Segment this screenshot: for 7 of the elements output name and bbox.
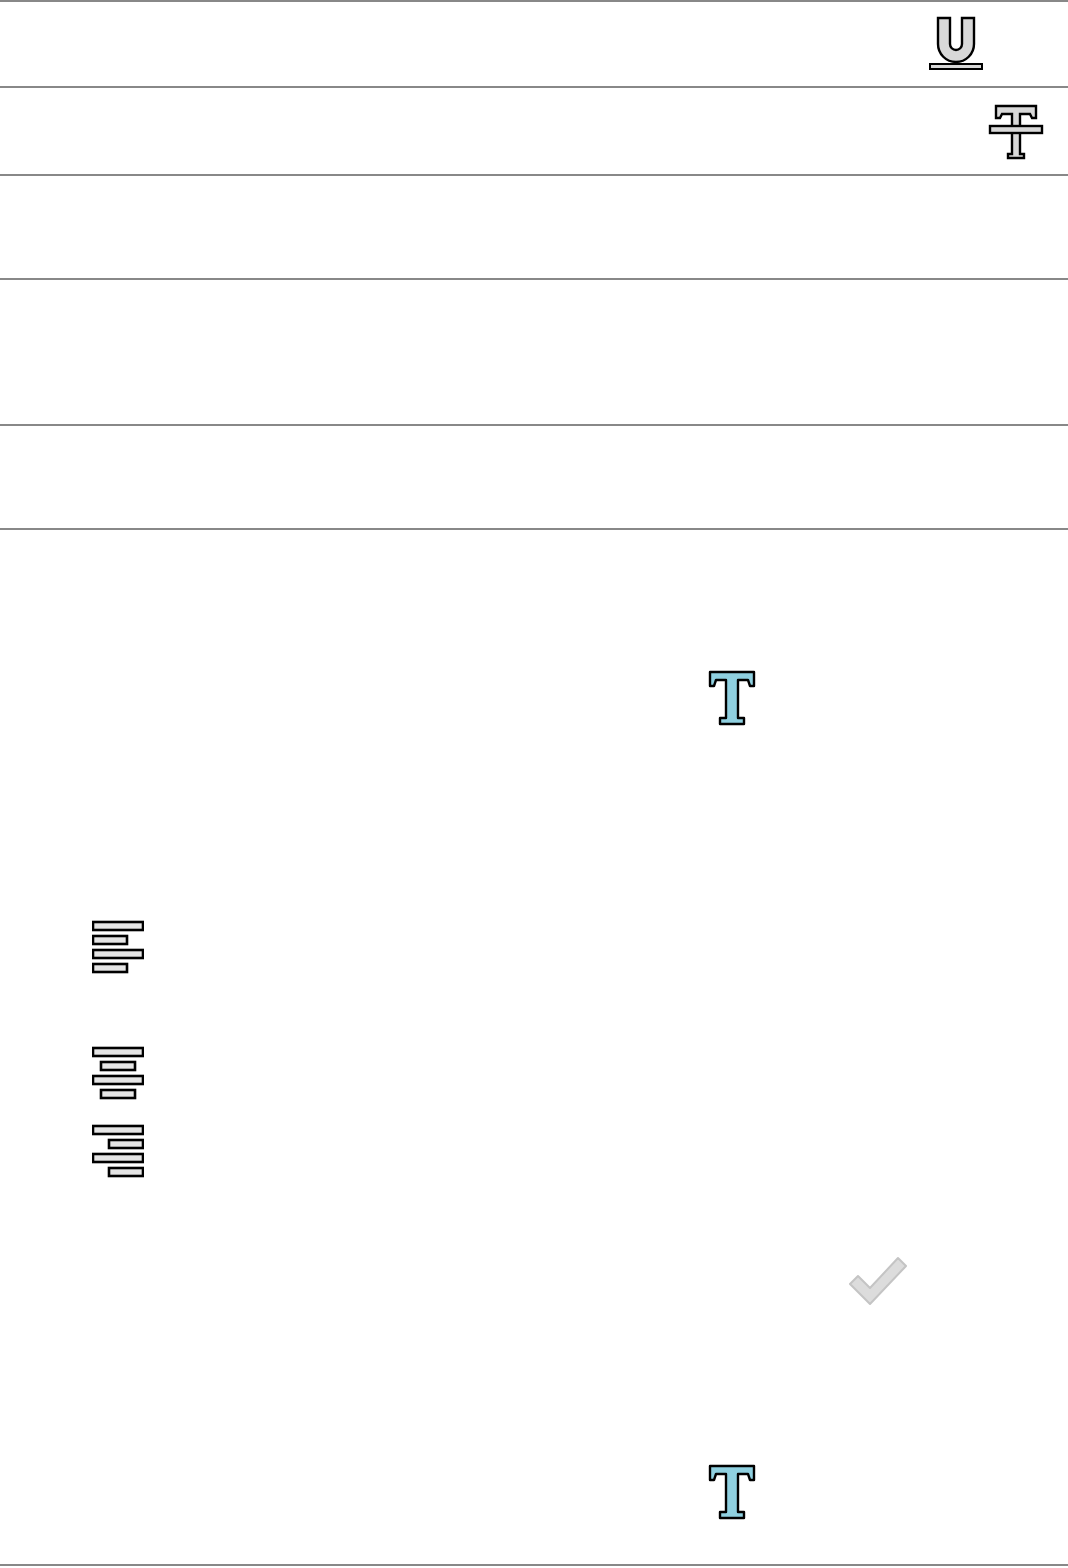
text-icon[interactable] <box>708 1464 756 1520</box>
align-center-icon[interactable] <box>92 1046 144 1102</box>
align-right-icon[interactable] <box>92 1124 144 1180</box>
align-left-icon[interactable] <box>92 920 144 976</box>
underline-icon[interactable] <box>928 16 984 72</box>
text-icon[interactable] <box>708 670 756 726</box>
strikethrough-icon[interactable] <box>988 103 1044 159</box>
